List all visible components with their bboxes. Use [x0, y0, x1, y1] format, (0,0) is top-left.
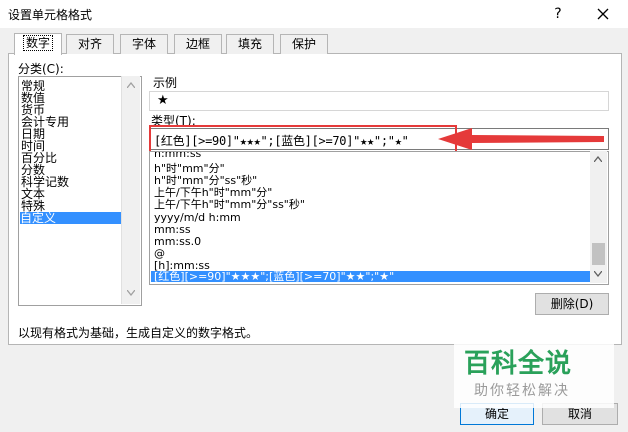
scroll-down-icon[interactable]: [127, 290, 135, 296]
watermark-subtitle: 助你轻松解决: [474, 383, 570, 399]
format-item[interactable]: h:mm:ss: [154, 152, 201, 159]
dialog-title: 设置单元格格式: [8, 8, 93, 22]
sample-label: 示例: [153, 76, 178, 90]
category-scrollbar[interactable]: [121, 76, 140, 304]
format-list[interactable]: h:mm:ss h"时"mm"分" h"时"mm"分"ss"秒" 上午/下午h"…: [149, 151, 609, 285]
close-icon: [597, 8, 609, 20]
format-item[interactable]: 上午/下午h"时"mm"分"ss"秒": [154, 199, 305, 210]
format-item[interactable]: yyyy/m/d h:mm: [154, 212, 241, 223]
title-bar: [0, 0, 628, 28]
format-item[interactable]: h"时"mm"分": [154, 163, 225, 174]
watermark-title: 百科全说: [464, 349, 573, 379]
format-item[interactable]: mm:ss.0: [154, 236, 201, 247]
format-item[interactable]: mm:ss: [154, 224, 191, 235]
category-item-selected[interactable]: 自定义: [20, 212, 122, 224]
format-item[interactable]: @: [154, 248, 165, 259]
description-text: 以现有格式为基础，生成自定义的数字格式。: [18, 326, 259, 340]
scroll-thumb[interactable]: [592, 243, 605, 265]
sample-box: [149, 91, 609, 111]
scroll-down-icon[interactable]: [594, 271, 602, 277]
format-item[interactable]: 上午/下午h"时"mm"分": [154, 187, 272, 198]
tab-number[interactable]: 数字: [14, 33, 62, 55]
format-item[interactable]: h"时"mm"分"ss"秒": [154, 175, 257, 186]
tab-protection[interactable]: 保护: [280, 34, 328, 54]
category-label: 分类(C):: [18, 62, 64, 76]
close-button[interactable]: [588, 2, 618, 26]
help-button[interactable]: ?: [546, 2, 570, 26]
sample-value: ★: [157, 93, 169, 108]
scroll-up-icon[interactable]: [127, 82, 135, 88]
annotation-arrow-icon: [438, 128, 604, 150]
tab-alignment[interactable]: 对齐: [66, 34, 114, 54]
delete-button[interactable]: 删除(D): [535, 293, 609, 315]
tab-font[interactable]: 字体: [120, 34, 168, 54]
format-item-selected[interactable]: [红色][>=90]"★★★";[蓝色][>=70]"★★";"★": [151, 271, 593, 282]
scroll-up-icon[interactable]: [594, 156, 602, 162]
tab-border[interactable]: 边框: [174, 34, 222, 54]
tab-fill[interactable]: 填充: [226, 34, 274, 54]
